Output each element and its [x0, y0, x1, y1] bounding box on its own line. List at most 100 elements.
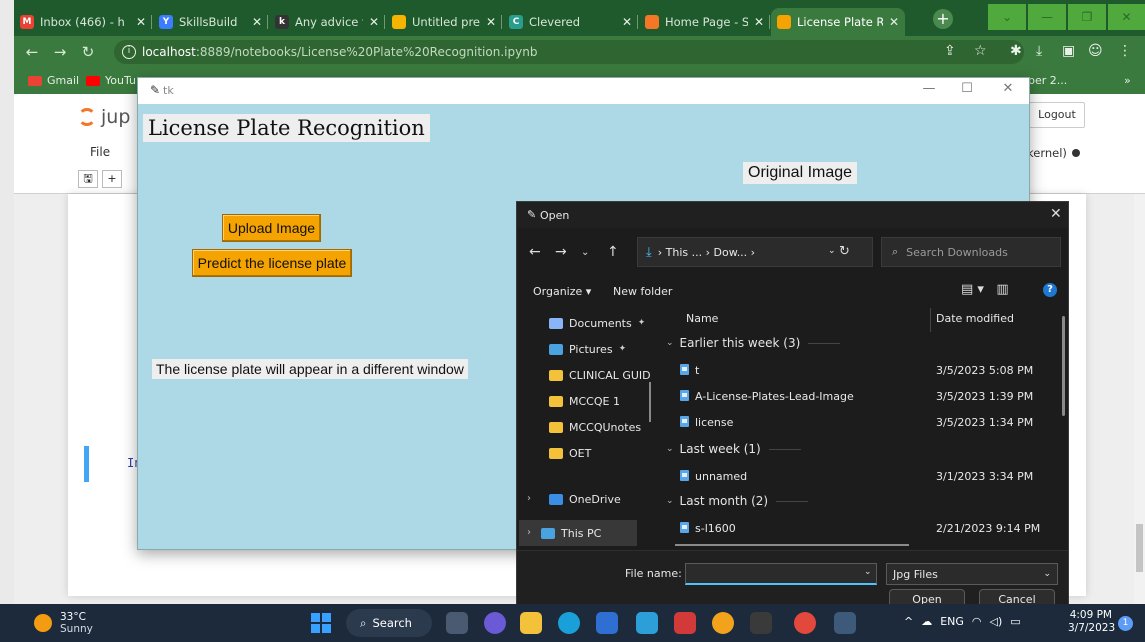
browser-tab[interactable]: k Any advice for ✕: [269, 8, 385, 36]
new-folder-button[interactable]: New folder: [613, 285, 672, 298]
open-button[interactable]: Open: [889, 589, 965, 604]
close-tab-icon[interactable]: ✕: [754, 15, 764, 29]
notification-badge[interactable]: 1: [1118, 616, 1133, 631]
mcafee-icon[interactable]: [674, 612, 696, 634]
nav-item[interactable]: This PC: [519, 520, 637, 546]
close-tab-icon[interactable]: ✕: [889, 15, 899, 29]
volume-icon[interactable]: ◁): [990, 615, 1003, 628]
close-tab-icon[interactable]: ✕: [252, 15, 262, 29]
jupyter-logo[interactable]: jup: [78, 106, 130, 128]
address-chevron-icon[interactable]: ⌄: [828, 246, 836, 256]
terminal-icon[interactable]: [750, 612, 772, 634]
close-tab-icon[interactable]: ✕: [622, 15, 632, 29]
battery-icon[interactable]: ▭: [1010, 615, 1020, 628]
browser-tab[interactable]: C Clevered ✕: [503, 8, 638, 36]
new-tab-button[interactable]: +: [933, 9, 953, 29]
file-row[interactable]: unnamed 3/1/2023 3:34 PM: [660, 466, 1060, 488]
site-info-icon[interactable]: i: [122, 45, 136, 59]
edge-icon[interactable]: [558, 612, 580, 634]
dialog-up-icon[interactable]: ↑: [607, 244, 619, 260]
nav-item[interactable]: Documents ✦: [549, 310, 645, 336]
menu-kebab-icon[interactable]: ⋮: [1118, 43, 1132, 59]
column-header-date[interactable]: Date modified: [936, 312, 1014, 325]
browser-tab[interactable]: M Inbox (466) - h ✕: [14, 8, 152, 36]
chrome-icon[interactable]: [794, 612, 816, 634]
nav-item[interactable]: CLINICAL GUID: [549, 362, 651, 388]
minimize-button[interactable]: —: [1028, 4, 1066, 30]
file-row[interactable]: license 3/5/2023 1:34 PM: [660, 412, 1060, 434]
file-group-header[interactable]: ⌄ Last month (2): [666, 494, 809, 508]
file-group-header[interactable]: ⌄ Earlier this week (3): [666, 336, 841, 350]
bookmark-overflow-item[interactable]: per 2...: [1028, 74, 1067, 87]
extensions-icon[interactable]: ✱: [1010, 43, 1022, 59]
close-window-button[interactable]: ✕: [1108, 4, 1145, 30]
predict-plate-button[interactable]: Predict the license plate: [192, 249, 352, 277]
dialog-title-bar[interactable]: ✎ Open ✕: [517, 202, 1068, 228]
file-explorer-icon[interactable]: [520, 612, 542, 634]
organize-menu[interactable]: Organize ▾: [533, 285, 591, 298]
close-tab-icon[interactable]: ✕: [136, 15, 146, 29]
bookmark-youtube[interactable]: YouTu: [86, 74, 136, 87]
cancel-button[interactable]: Cancel: [979, 589, 1055, 604]
nav-item[interactable]: Pictures ✦: [549, 336, 626, 362]
share-icon[interactable]: ⇪: [944, 43, 956, 59]
tray-overflow-chevron-icon[interactable]: ^: [904, 615, 913, 628]
page-scrollbar[interactable]: [1134, 194, 1145, 604]
view-options-icon[interactable]: ▤ ▾ ▥: [961, 282, 1009, 297]
teams-chat-icon[interactable]: [484, 612, 506, 634]
forward-button[interactable]: →: [50, 43, 70, 61]
download-icon[interactable]: ⤓: [1036, 43, 1042, 59]
column-divider[interactable]: [930, 308, 931, 332]
nav-item[interactable]: MCCQE 1: [549, 388, 620, 414]
python-tk-icon[interactable]: [834, 612, 856, 634]
nav-pane-scrollbar[interactable]: [649, 382, 651, 422]
linkedin-learning-icon[interactable]: [636, 612, 658, 634]
browser-tab[interactable]: Y SkillsBuild ✕: [153, 8, 268, 36]
nav-item[interactable]: OET: [549, 440, 591, 466]
task-view-icon[interactable]: [446, 612, 468, 634]
scrollbar-thumb[interactable]: [1136, 524, 1143, 572]
reload-button[interactable]: ↻: [78, 43, 98, 61]
dialog-address-bar[interactable]: ⤓ › This ... › Dow... › ⌄: [637, 237, 873, 267]
code-cell[interactable]: In: [84, 446, 144, 482]
file-list-hscrollbar[interactable]: [675, 544, 909, 546]
back-button[interactable]: ←: [22, 43, 42, 61]
file-row[interactable]: t 3/5/2023 5:08 PM: [660, 360, 1060, 382]
browser-tab[interactable]: License Plate R ✕: [771, 8, 905, 36]
file-name-input[interactable]: [685, 563, 877, 585]
pin-icon[interactable]: ✦: [619, 344, 627, 354]
expand-chevron-icon[interactable]: ›: [527, 493, 531, 504]
column-header-name[interactable]: Name: [686, 312, 718, 325]
pin-icon[interactable]: ✦: [638, 318, 646, 328]
logout-button[interactable]: Logout: [1029, 102, 1085, 128]
browser-tab[interactable]: Untitled preser ✕: [386, 8, 502, 36]
taskbar-clock[interactable]: 4:09 PM 3/7/2023: [1068, 609, 1115, 635]
bookmark-gmail[interactable]: Gmail: [28, 74, 79, 87]
dialog-close-button[interactable]: ✕: [1050, 206, 1062, 222]
address-bar[interactable]: i localhost:8889/notebooks/License%20Pla…: [114, 40, 1024, 64]
profile-avatar-icon[interactable]: ☺: [1088, 43, 1103, 59]
chrome-canary-icon[interactable]: [712, 612, 734, 634]
tk-maximize-button[interactable]: ☐: [952, 81, 982, 96]
close-tab-icon[interactable]: ✕: [486, 15, 496, 29]
browser-tab[interactable]: Home Page - S ✕: [639, 8, 770, 36]
file-name-chevron-icon[interactable]: ⌄: [864, 567, 872, 577]
dialog-recent-chevron-icon[interactable]: ⌄: [581, 247, 589, 258]
restore-button[interactable]: ❐: [1068, 4, 1106, 30]
start-button[interactable]: [311, 613, 331, 633]
file-row[interactable]: A-License-Plates-Lead-Image 3/5/2023 1:39…: [660, 386, 1060, 408]
store-icon[interactable]: [596, 612, 618, 634]
dialog-refresh-icon[interactable]: ↻: [839, 244, 850, 259]
nav-item[interactable]: MCCQUnotes: [549, 414, 641, 440]
save-icon[interactable]: 🖫: [78, 170, 98, 188]
file-list-scrollbar[interactable]: [1062, 316, 1065, 416]
tk-close-button[interactable]: ✕: [993, 81, 1023, 96]
bookmarks-more-button[interactable]: »: [1124, 74, 1131, 87]
window-dropdown-button[interactable]: ⌄: [988, 4, 1026, 30]
dialog-back-icon[interactable]: ←: [529, 244, 541, 260]
dialog-search-input[interactable]: ⌕ Search Downloads: [881, 237, 1061, 267]
nav-item[interactable]: OneDrive: [549, 486, 621, 512]
weather-widget[interactable]: 33°C Sunny: [34, 611, 93, 635]
menu-file[interactable]: File: [90, 145, 110, 159]
side-panel-icon[interactable]: ▣: [1062, 43, 1075, 59]
